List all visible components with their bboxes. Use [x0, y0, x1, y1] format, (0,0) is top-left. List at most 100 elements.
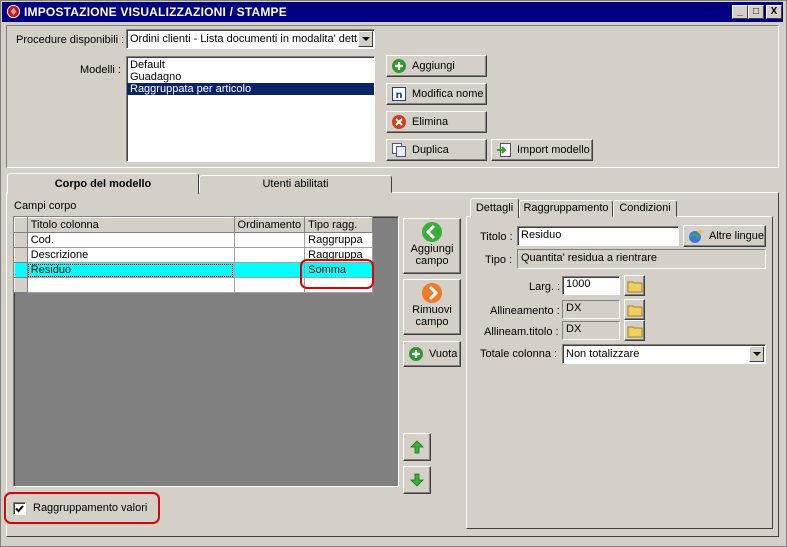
duplicate-model-button[interactable]: Duplica — [386, 139, 487, 161]
chevron-down-icon[interactable] — [749, 346, 764, 362]
delete-model-button[interactable]: Elimina — [386, 111, 487, 133]
col-header-title[interactable]: Titolo colonna — [26, 217, 235, 233]
app-icon — [6, 4, 21, 19]
cell-title[interactable]: Residuo — [26, 262, 235, 278]
model-item-raggruppata[interactable]: Raggruppata per articolo — [127, 83, 374, 95]
align-label: Allineamento : — [490, 305, 560, 317]
rename-model-label: Modifica nome — [412, 88, 484, 100]
tab-raggruppamento[interactable]: Raggruppamento — [519, 200, 613, 217]
title-align-label: Allineam.titolo : — [484, 326, 559, 338]
row-indicator[interactable] — [14, 232, 28, 248]
minimize-button[interactable]: _ — [732, 5, 748, 19]
col-header-order[interactable]: Ordinamento — [233, 217, 306, 233]
clear-fields-button[interactable]: Vuota — [403, 341, 461, 367]
total-select[interactable]: Non totalizzare — [562, 344, 766, 364]
tab-raggruppamento-label: Raggruppamento — [523, 202, 609, 214]
model-item-guadagno[interactable]: Guadagno — [127, 71, 374, 83]
type-field: Quantita' residua a rientrare — [517, 249, 766, 269]
procedures-select-value: Ordini clienti - Lista documenti in moda… — [130, 33, 358, 45]
cell-title[interactable]: Descrizione — [26, 247, 235, 263]
add-field-button[interactable]: Aggiungi campo — [403, 218, 461, 274]
title-align-field: DX — [562, 321, 620, 340]
duplicate-icon — [392, 143, 406, 157]
folder-icon — [627, 326, 643, 337]
rename-icon: n — [392, 87, 406, 101]
model-item-default[interactable]: Default — [127, 59, 374, 71]
cell-title[interactable]: Cod. — [26, 232, 235, 248]
delete-model-label: Elimina — [412, 116, 449, 128]
highlight-mark-grouping — [4, 492, 160, 524]
import-model-button[interactable]: Import modello — [491, 139, 593, 161]
row-indicator-header — [14, 217, 28, 233]
width-label: Larg. : — [529, 281, 561, 293]
row-indicator[interactable] — [14, 247, 28, 263]
add-model-button[interactable]: Aggiungi — [386, 55, 487, 77]
table-header-row: Titolo colonna Ordinamento Tipo ragg. — [14, 217, 373, 233]
plus-icon — [409, 347, 423, 361]
align-field: DX — [562, 300, 620, 319]
folder-icon — [627, 305, 643, 316]
campi-corpo-label: Campi corpo — [14, 200, 77, 212]
delete-icon — [392, 115, 406, 129]
cell-title[interactable] — [26, 277, 235, 293]
type-field-value: Quantita' residua a rientrare — [521, 252, 658, 264]
arrow-left-icon — [422, 222, 442, 242]
tab-dettagli[interactable]: Dettagli — [470, 198, 519, 218]
arrow-down-icon — [410, 473, 424, 487]
models-label: Modelli : — [80, 64, 121, 76]
cell-order[interactable] — [233, 247, 306, 263]
cell-order[interactable] — [233, 277, 306, 293]
globe-icon — [689, 229, 703, 243]
total-select-value: Non totalizzare — [566, 348, 640, 360]
row-indicator[interactable] — [14, 277, 28, 293]
tab-utenti-abilitati[interactable]: Utenti abilitati — [199, 175, 392, 193]
import-icon — [497, 143, 511, 157]
svg-text:n: n — [395, 90, 402, 101]
close-button[interactable]: X — [766, 5, 782, 19]
table-row[interactable]: Cod. Raggruppa — [14, 232, 373, 248]
col-header-type[interactable]: Tipo ragg. — [304, 217, 373, 233]
title-bar[interactable]: IMPOSTAZIONE VISUALIZZAZIONI / STAMPE _ … — [2, 2, 783, 22]
title-align-field-value: DX — [566, 323, 582, 335]
window-title: IMPOSTAZIONE VISUALIZZAZIONI / STAMPE — [24, 5, 287, 19]
remove-field-label: Rimuovi campo — [412, 304, 452, 328]
add-field-label: Aggiungi campo — [410, 243, 454, 267]
tab-dettagli-label: Dettagli — [475, 202, 514, 214]
other-languages-label: Altre lingue — [709, 230, 765, 242]
width-input[interactable]: 1000 — [562, 276, 620, 295]
cell-order[interactable] — [233, 232, 306, 248]
cell-order[interactable] — [233, 262, 306, 278]
title-input[interactable]: Residuo — [517, 226, 679, 246]
highlight-mark-somma — [300, 259, 374, 289]
arrow-up-icon — [410, 440, 424, 454]
width-input-value: 1000 — [566, 278, 591, 290]
tab-corpo-del-modello[interactable]: Corpo del modello — [7, 173, 199, 194]
cell-type[interactable]: Raggruppa — [304, 232, 373, 248]
procedures-select[interactable]: Ordini clienti - Lista documenti in moda… — [126, 29, 375, 49]
row-indicator[interactable] — [14, 262, 28, 278]
total-label: Totale colonna : — [480, 348, 558, 360]
tab-condizioni[interactable]: Condizioni — [613, 200, 677, 217]
remove-field-button[interactable]: Rimuovi campo — [403, 279, 461, 335]
add-model-label: Aggiungi — [412, 60, 455, 72]
procedures-label: Procedure disponibili : — [16, 34, 125, 46]
align-picker-button[interactable] — [624, 299, 645, 320]
width-picker-button[interactable] — [624, 275, 645, 296]
rename-model-button[interactable]: n Modifica nome — [386, 83, 487, 105]
clear-fields-label: Vuota — [429, 348, 458, 360]
other-languages-button[interactable]: Altre lingue — [683, 225, 766, 247]
title-label: Titolo : — [480, 231, 513, 243]
tab-condizioni-label: Condizioni — [619, 202, 671, 214]
chevron-down-icon[interactable] — [358, 31, 373, 47]
title-align-picker-button[interactable] — [624, 320, 645, 341]
title-input-value: Residuo — [521, 229, 562, 241]
tab-users-label: Utenti abilitati — [262, 178, 329, 190]
models-list[interactable]: Default Guadagno Raggruppata per articol… — [126, 56, 375, 162]
plus-icon — [392, 59, 406, 73]
maximize-button[interactable]: □ — [748, 5, 764, 19]
arrow-right-icon — [422, 283, 442, 303]
move-up-button[interactable] — [403, 433, 431, 461]
duplicate-model-label: Duplica — [412, 144, 449, 156]
align-field-value: DX — [566, 302, 582, 314]
move-down-button[interactable] — [403, 466, 431, 494]
